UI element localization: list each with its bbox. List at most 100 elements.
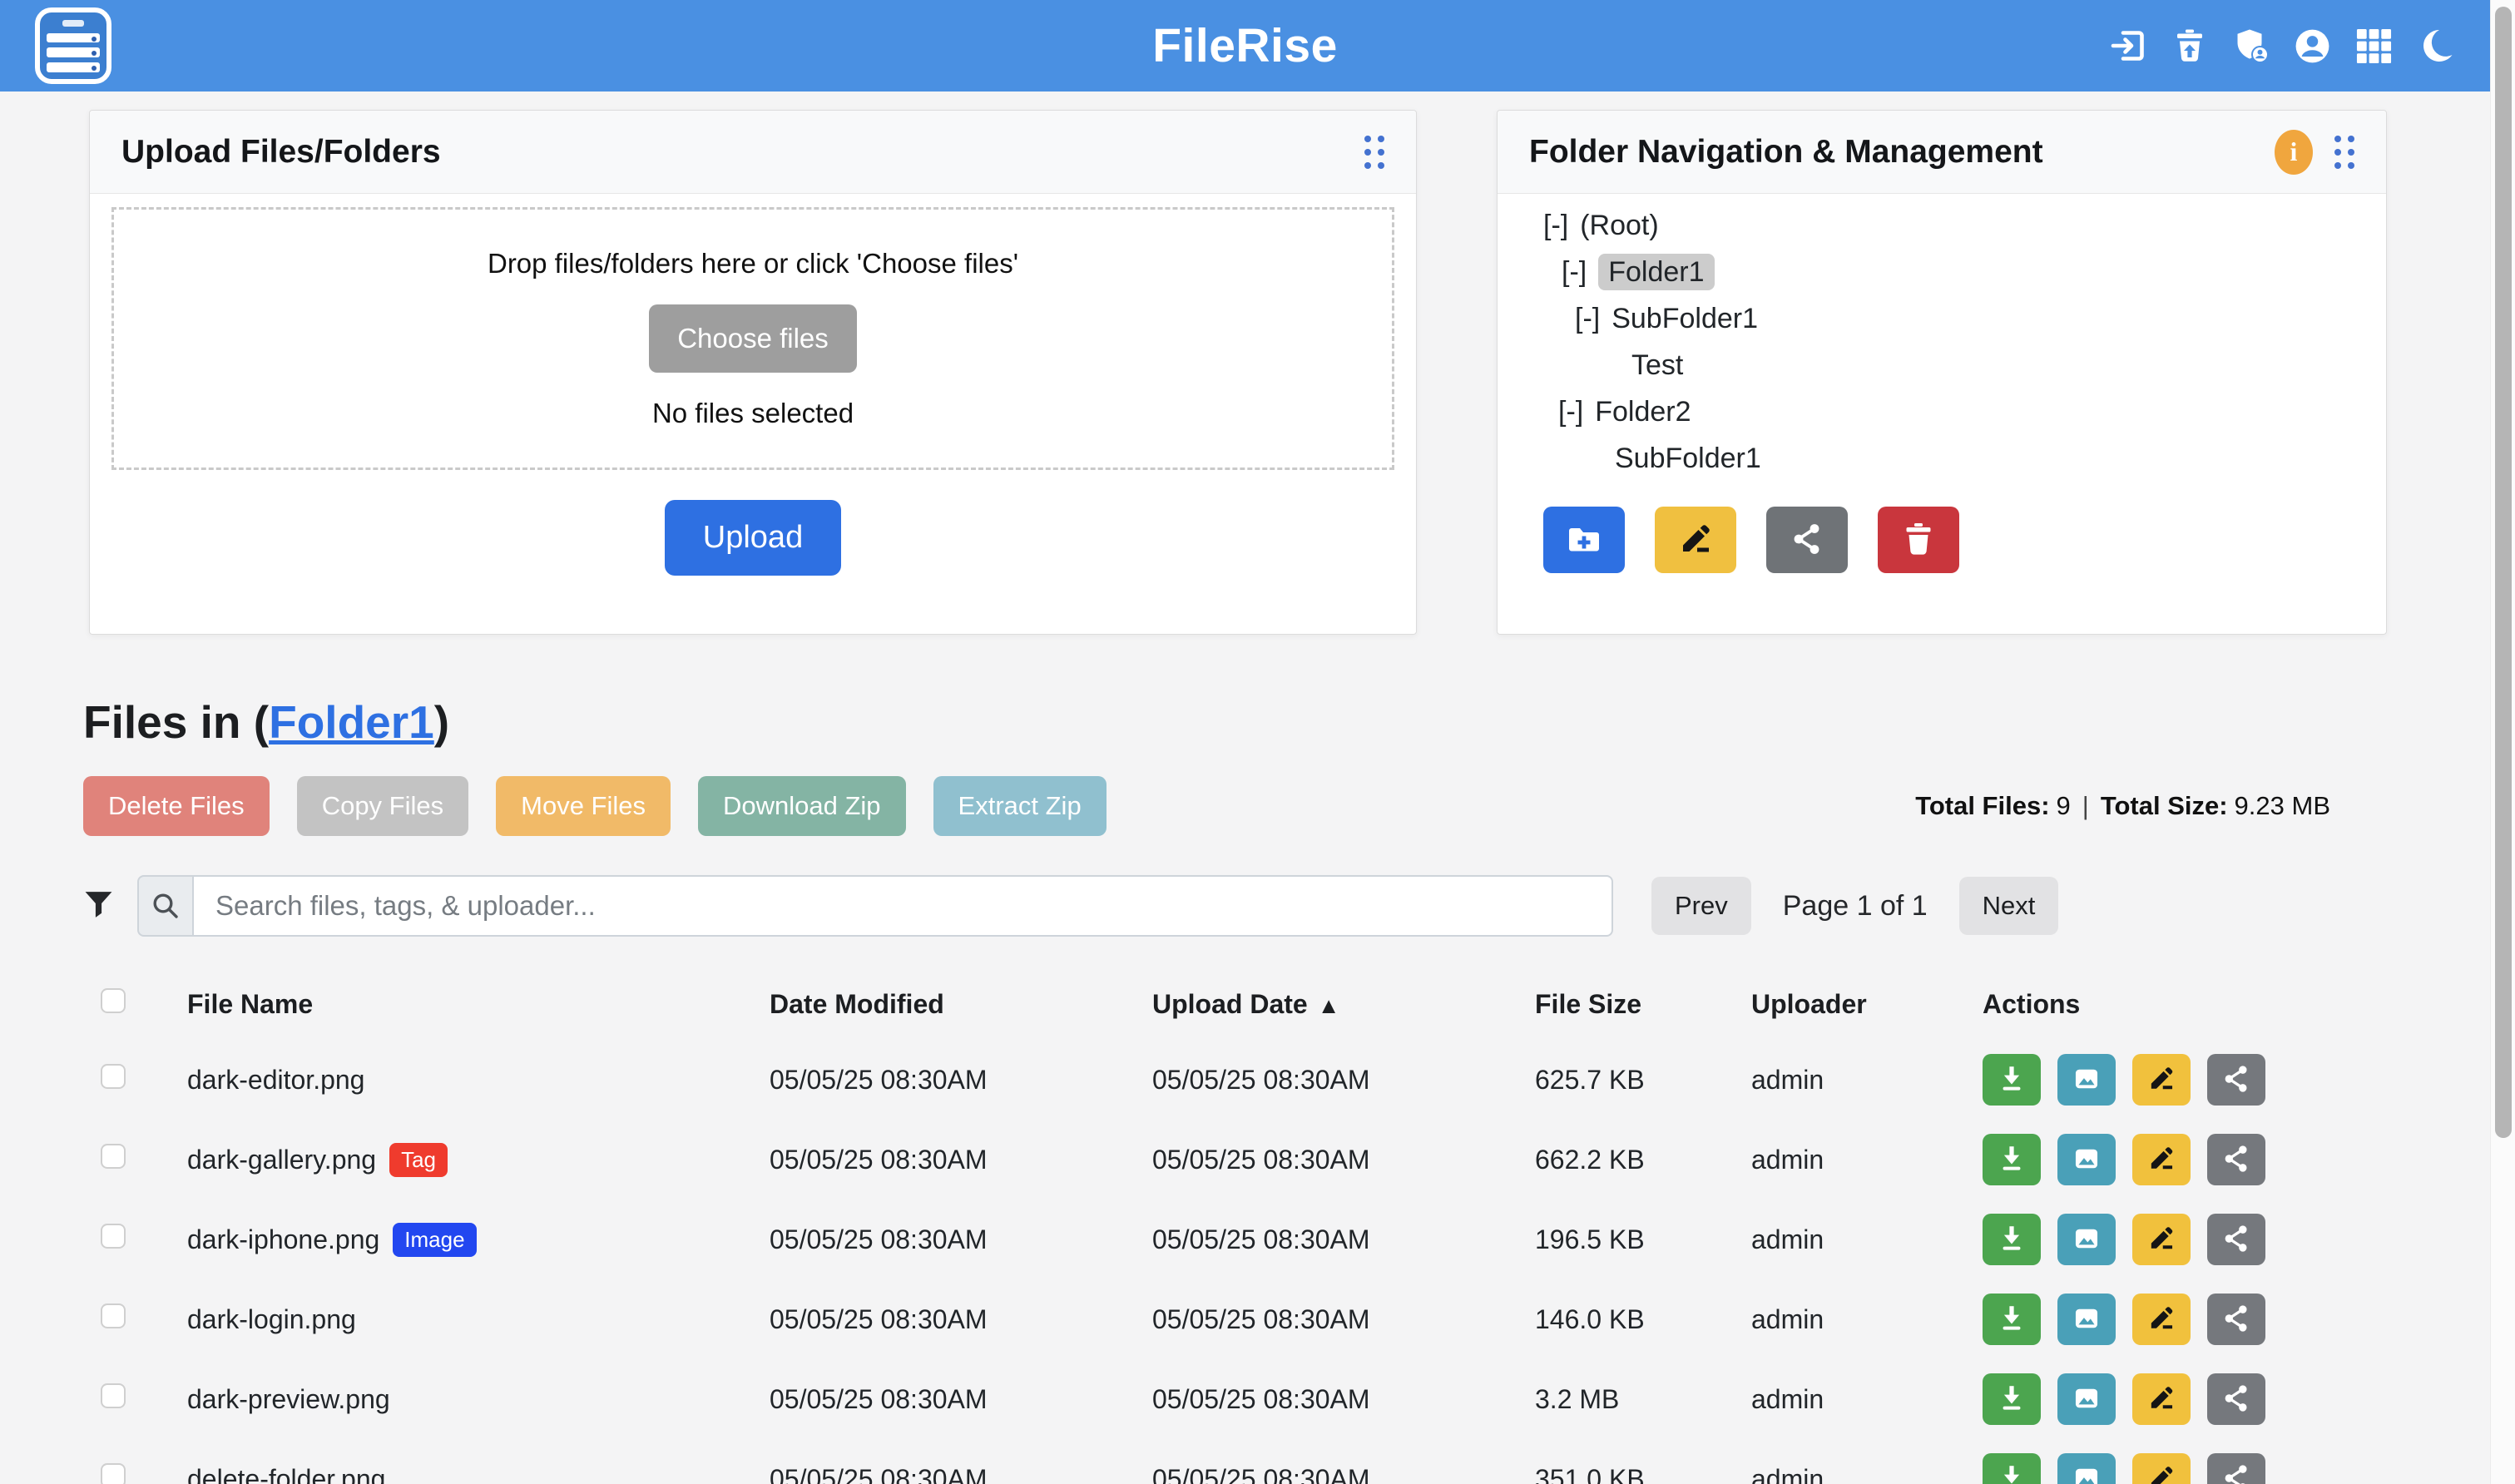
download-button[interactable] [1983, 1054, 2041, 1106]
download-button[interactable] [1983, 1134, 2041, 1185]
apps-grid-icon[interactable] [2354, 27, 2394, 66]
column-header-upload-date[interactable]: Upload Date▲ [1152, 989, 1535, 1020]
column-header-file-size[interactable]: File Size [1535, 989, 1751, 1020]
preview-button[interactable] [2057, 1054, 2116, 1106]
create-folder-button[interactable] [1543, 507, 1625, 573]
extract-zip-button[interactable]: Extract Zip [933, 776, 1107, 836]
filter-funnel-icon [83, 889, 114, 923]
edit-button[interactable] [2132, 1453, 2191, 1484]
row-checkbox[interactable] [101, 1064, 126, 1089]
row-checkbox[interactable] [101, 1463, 126, 1484]
choose-files-button[interactable]: Choose files [649, 304, 857, 373]
upload-dropzone[interactable]: Drop files/folders here or click 'Choose… [111, 207, 1394, 470]
download-button[interactable] [1983, 1453, 2041, 1484]
column-header-file-name[interactable]: File Name [187, 989, 770, 1020]
tree-item-label[interactable]: Folder2 [1595, 396, 1691, 428]
download-zip-button[interactable]: Download Zip [698, 776, 906, 836]
share-icon [2220, 1222, 2253, 1258]
tree-item-folder1[interactable]: [-] Folder1 [1543, 249, 2386, 295]
preview-button[interactable] [2057, 1214, 2116, 1265]
tree-expander[interactable]: [-] [1575, 303, 1600, 334]
tree-expander[interactable]: [-] [1543, 210, 1568, 241]
tree-item-label[interactable]: Test [1631, 349, 1683, 381]
tree-item-label[interactable]: (Root) [1580, 210, 1658, 241]
rename-folder-button[interactable] [1655, 507, 1736, 573]
date-modified: 05/05/25 08:30AM [770, 1384, 1152, 1415]
tree-item-test[interactable]: Test [1543, 342, 2386, 388]
edit-button[interactable] [2132, 1294, 2191, 1345]
edit-button[interactable] [2132, 1054, 2191, 1106]
dropzone-text: Drop files/folders here or click 'Choose… [488, 248, 1018, 279]
preview-button[interactable] [2057, 1373, 2116, 1425]
row-checkbox[interactable] [101, 1224, 126, 1249]
file-name: dark-gallery.pngTag [187, 1143, 770, 1177]
edit-button[interactable] [2132, 1214, 2191, 1265]
preview-button[interactable] [2057, 1453, 2116, 1484]
row-actions [1983, 1373, 2270, 1425]
file-name: dark-login.png [187, 1304, 770, 1335]
share-button[interactable] [2207, 1134, 2265, 1185]
dark-mode-icon[interactable] [2416, 27, 2455, 66]
tree-expander[interactable]: [-] [1558, 396, 1583, 428]
preview-button[interactable] [2057, 1294, 2116, 1345]
share-button[interactable] [2207, 1373, 2265, 1425]
copy-files-button[interactable]: Copy Files [297, 776, 468, 836]
header-actions [2108, 27, 2455, 66]
upload-card-header: Upload Files/Folders [90, 111, 1416, 194]
tree-item-label-selected[interactable]: Folder1 [1598, 254, 1714, 290]
drag-handle-icon[interactable] [2334, 136, 2354, 169]
files-heading-suffix: ) [434, 696, 449, 748]
page-scrollbar[interactable] [2490, 0, 2515, 1484]
tree-item-subfolder1[interactable]: [-] SubFolder1 [1543, 295, 2386, 342]
select-all-checkbox[interactable] [101, 988, 126, 1013]
upload-button[interactable]: Upload [665, 500, 841, 576]
date-modified: 05/05/25 08:30AM [770, 1304, 1152, 1335]
share-button[interactable] [2207, 1294, 2265, 1345]
search-input[interactable] [192, 875, 1613, 937]
tree-item-root[interactable]: [-] (Root) [1543, 202, 2386, 249]
delete-files-button[interactable]: Delete Files [83, 776, 270, 836]
tree-item-folder2[interactable]: [-] Folder2 [1543, 388, 2386, 435]
tree-expander[interactable]: [-] [1562, 256, 1587, 288]
column-header-uploader[interactable]: Uploader [1751, 989, 1983, 1020]
share-button[interactable] [2207, 1214, 2265, 1265]
download-button[interactable] [1983, 1373, 2041, 1425]
admin-shield-icon[interactable] [2231, 27, 2270, 66]
next-page-button[interactable]: Next [1959, 877, 2059, 935]
tree-item-label[interactable]: SubFolder1 [1615, 443, 1761, 474]
preview-button[interactable] [2057, 1134, 2116, 1185]
logout-icon[interactable] [2108, 27, 2147, 66]
row-checkbox[interactable] [101, 1303, 126, 1328]
share-icon [2220, 1462, 2253, 1484]
scrollbar-thumb[interactable] [2495, 7, 2512, 1138]
user-icon[interactable] [2293, 27, 2332, 66]
current-folder-link[interactable]: Folder1 [269, 696, 434, 748]
filter-button[interactable] [83, 889, 114, 923]
preview-image-icon [2070, 1222, 2103, 1258]
edit-button[interactable] [2132, 1134, 2191, 1185]
totals-summary: Total Files:9|Total Size:9.23 MB [1915, 791, 2330, 821]
edit-button[interactable] [2132, 1373, 2191, 1425]
create-folder-icon [1565, 520, 1603, 561]
column-header-date-modified[interactable]: Date Modified [770, 989, 1152, 1020]
download-button[interactable] [1983, 1214, 2041, 1265]
tree-item-folder2-subfolder1[interactable]: SubFolder1 [1543, 435, 2386, 482]
row-checkbox[interactable] [101, 1383, 126, 1408]
trash-restore-icon[interactable] [2170, 27, 2209, 66]
tree-item-label[interactable]: SubFolder1 [1611, 303, 1758, 334]
delete-folder-button[interactable] [1878, 507, 1959, 573]
share-button[interactable] [2207, 1054, 2265, 1106]
drag-handle-icon[interactable] [1364, 136, 1384, 169]
uploader: admin [1751, 1464, 1983, 1484]
download-button[interactable] [1983, 1294, 2041, 1345]
share-button[interactable] [2207, 1453, 2265, 1484]
prev-page-button[interactable]: Prev [1651, 877, 1751, 935]
share-folder-button[interactable] [1766, 507, 1848, 573]
server-logo-icon[interactable] [35, 7, 111, 84]
row-checkbox[interactable] [101, 1144, 126, 1169]
move-files-button[interactable]: Move Files [496, 776, 671, 836]
edit-icon [2145, 1142, 2178, 1178]
info-icon[interactable]: i [2275, 130, 2313, 175]
table-row: dark-iphone.pngImage 05/05/25 08:30AM 05… [83, 1200, 2515, 1279]
total-size-value: 9.23 MB [2235, 791, 2330, 820]
